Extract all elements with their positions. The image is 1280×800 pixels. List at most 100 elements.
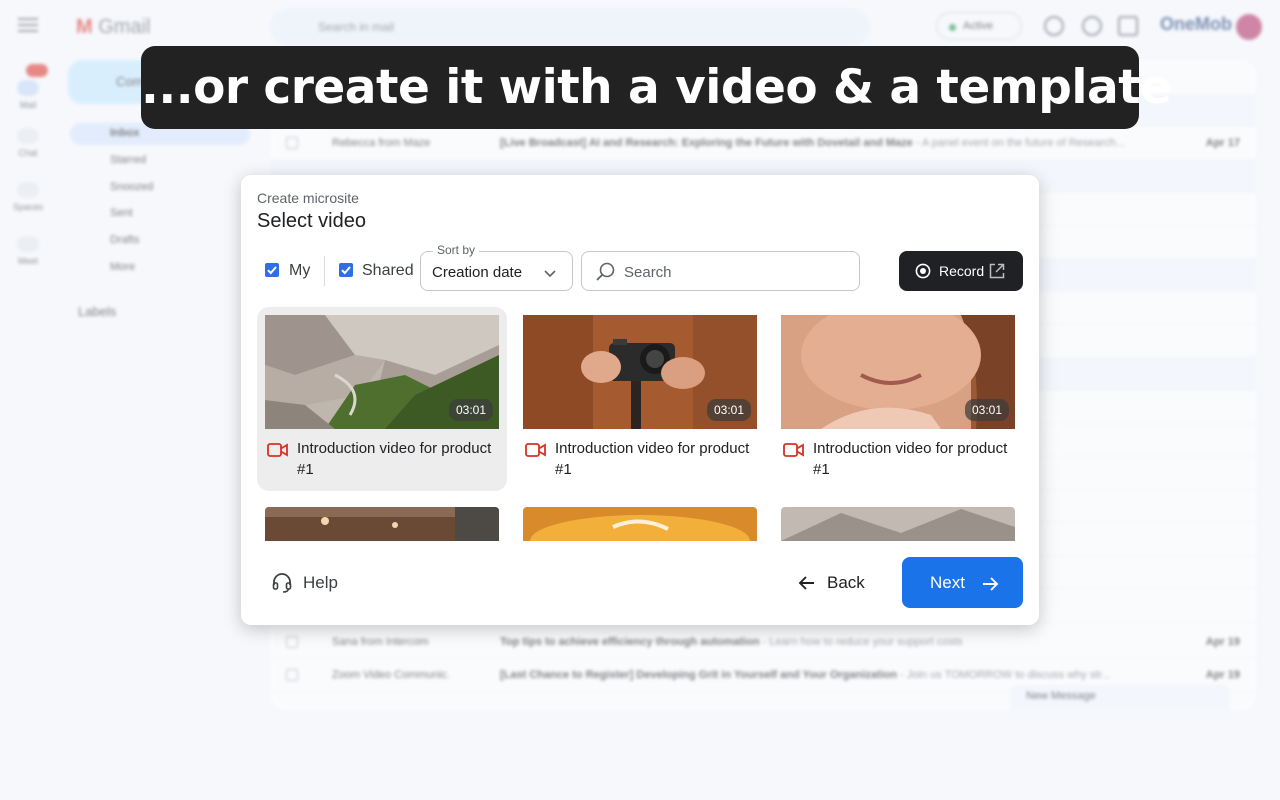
my-checkbox[interactable]: [265, 263, 279, 277]
row-checkbox: [286, 137, 298, 149]
row-sender: Zoom Video Communic.: [332, 669, 450, 681]
duration-badge: 03:01: [964, 399, 1009, 421]
row-sender: Rebecca from Maze: [332, 137, 431, 149]
row-snippet: - Learn how to reduce your support costs: [759, 636, 963, 648]
duration-badge: 03:01: [448, 399, 493, 421]
row-checkbox: [286, 669, 298, 681]
video-camera-icon: [783, 443, 804, 457]
mountain-image: [781, 507, 1015, 541]
nav-snoozed: Snoozed: [110, 181, 154, 193]
select-video-dialog: Create microsite Select video My Shared …: [241, 175, 1039, 625]
rail-meet: Meet: [10, 236, 46, 266]
new-message-bar: New Message: [1010, 684, 1230, 710]
next-button[interactable]: Next: [902, 557, 1023, 608]
back-button[interactable]: Back: [797, 571, 869, 597]
row-subject: Top tips to achieve efficiency through a…: [500, 636, 1190, 648]
video-card-partial[interactable]: [781, 507, 1015, 541]
nav-sent: Sent: [110, 207, 133, 219]
video-card-partial[interactable]: [265, 507, 499, 541]
rail-label: Mail: [19, 100, 37, 110]
search-icon: [596, 262, 615, 281]
main-menu-icon: [18, 18, 38, 32]
avatar: [1236, 14, 1262, 40]
video-thumbnail: 03:01: [523, 315, 757, 429]
checkmark-icon: [267, 266, 277, 275]
video-camera-icon: [267, 443, 288, 457]
app-name: Gmail: [98, 16, 151, 38]
shared-checkbox[interactable]: [339, 263, 353, 277]
caption-banner: ...or create it with a video & a templat…: [141, 46, 1172, 129]
meet-icon: [17, 236, 39, 252]
row-date: Apr 19: [1205, 669, 1240, 681]
arrow-left-icon: [798, 576, 814, 590]
help-label: Help: [303, 573, 338, 592]
next-label: Next: [930, 573, 965, 592]
row-subject-text: [Live Broadcast] AI and Research: Explor…: [500, 137, 913, 149]
mail-search-bar: Search in mail: [270, 8, 870, 46]
rail-spaces: Spaces: [10, 182, 46, 212]
labels-heading: Labels: [78, 304, 117, 319]
row-snippet: - A panel event on the future of Researc…: [912, 137, 1125, 149]
dialog-eyebrow: Create microsite: [257, 190, 359, 206]
nav-drafts: Drafts: [110, 234, 140, 246]
brand-logo: OneMob: [1160, 14, 1232, 34]
video-card-partial[interactable]: [523, 507, 757, 541]
video-grid: 03:01 Introduction video for product #1: [257, 307, 1023, 541]
back-label: Back: [827, 573, 865, 592]
row-subject-text: Top tips to achieve efficiency through a…: [500, 636, 760, 648]
spaces-icon: [17, 182, 39, 198]
row-subject: [Live Broadcast] AI and Research: Explor…: [500, 137, 1190, 149]
rail-label: Spaces: [12, 202, 44, 212]
video-title: Introduction video for product #1: [555, 440, 750, 478]
row-date: Apr 17: [1205, 137, 1240, 149]
arrow-right-icon: [983, 577, 999, 591]
mail-icon: [17, 80, 39, 96]
rail-label: Meet: [17, 256, 38, 266]
rail-mail: Mail: [10, 80, 46, 110]
sort-label: Sort by: [433, 243, 480, 257]
chat-icon: [17, 128, 39, 144]
video-card[interactable]: 03:01 Introduction video for product #1: [515, 307, 765, 491]
my-label[interactable]: My: [289, 262, 310, 280]
status-pill: Active: [936, 12, 1022, 40]
record-label: Record: [939, 263, 985, 279]
sort-value: Creation date: [432, 264, 523, 281]
mail-row: Rebecca from Maze [Live Broadcast] AI an…: [270, 127, 1256, 160]
settings-icon: [1082, 16, 1102, 36]
search-input[interactable]: [624, 261, 844, 283]
apps-icon: [1118, 16, 1138, 36]
video-camera-icon: [525, 443, 546, 457]
chevron-down-icon: [544, 270, 556, 278]
video-card[interactable]: 03:01 Introduction video for product #1: [773, 307, 1023, 491]
video-card[interactable]: 03:01 Introduction video for product #1: [257, 307, 507, 491]
dialog-title: Select video: [257, 210, 366, 232]
shared-label[interactable]: Shared: [362, 262, 414, 280]
video-title: Introduction video for product #1: [297, 440, 492, 478]
row-subject: [Last Chance to Register] Developing Gri…: [500, 669, 1190, 681]
row-date: Apr 19: [1205, 636, 1240, 648]
row-checkbox: [286, 636, 298, 648]
rail-label: Chat: [18, 148, 38, 158]
gmail-logo: M Gmail: [76, 16, 151, 38]
duration-badge: 03:01: [706, 399, 751, 421]
external-link-icon: [989, 263, 1005, 279]
nav-more: More: [110, 261, 136, 273]
headset-icon: [272, 573, 292, 593]
row-snippet: - Join us TOMORROW to discuss why str...: [897, 669, 1111, 681]
search-field[interactable]: [581, 251, 860, 291]
rail-chat: Chat: [10, 128, 46, 158]
food-image: [523, 507, 757, 541]
video-thumbnail: 03:01: [781, 315, 1015, 429]
gmail-side-rail: Mail Chat Spaces Meet: [0, 0, 56, 715]
filter-divider: [324, 256, 325, 286]
mail-count-badge: [26, 64, 48, 77]
row-sender: Sana from Intercom: [332, 636, 429, 648]
sort-select[interactable]: Sort by Creation date: [420, 243, 573, 291]
row-subject-text: [Last Chance to Register] Developing Gri…: [500, 669, 898, 681]
mail-row: Sana from Intercom Top tips to achieve e…: [270, 626, 1256, 659]
help-button[interactable]: Help: [271, 571, 351, 597]
record-button[interactable]: Record: [899, 251, 1023, 291]
cafe-image: [265, 507, 499, 541]
help-icon: [1044, 16, 1064, 36]
video-thumbnail: 03:01: [265, 315, 499, 429]
